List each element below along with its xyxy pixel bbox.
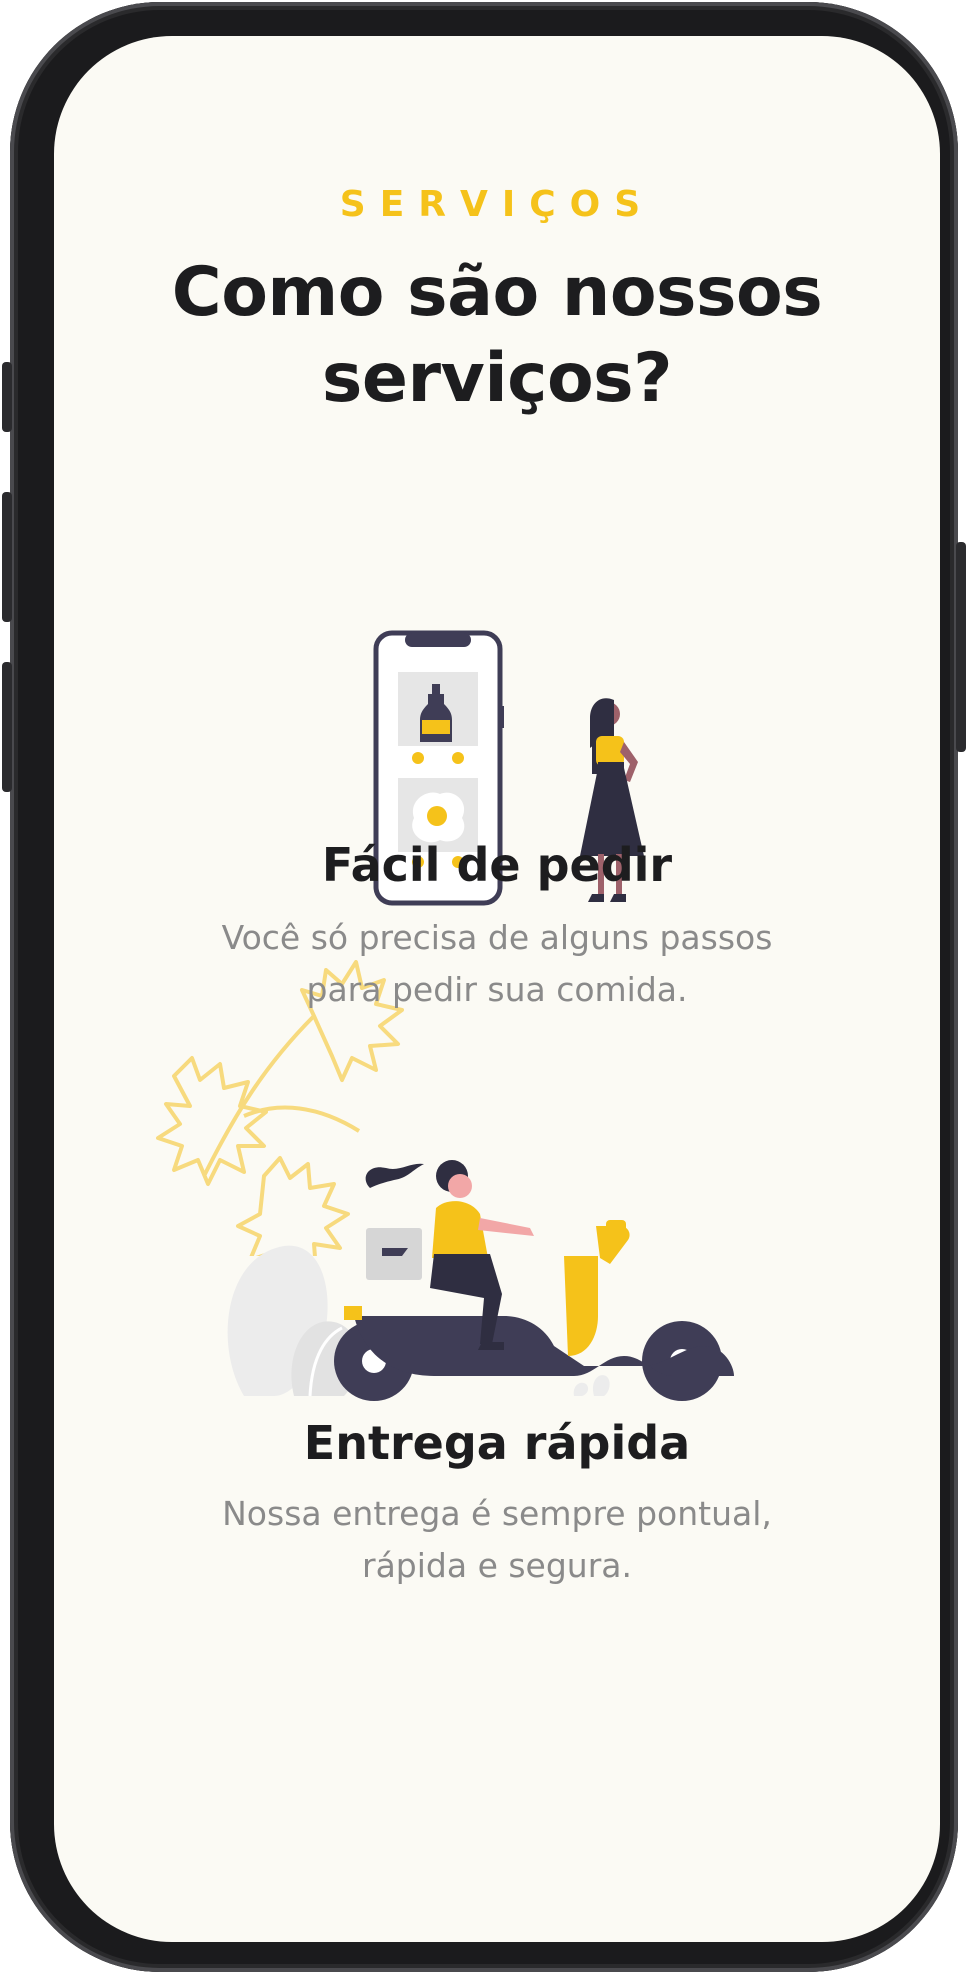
mute-switch xyxy=(2,362,12,432)
phone-frame: SERVIÇOS Como são nossos serviços? Fácil… xyxy=(2,2,966,1972)
service-description: Nossa entrega é sempre pontual, rápida e… xyxy=(222,1494,772,1585)
phone-screen: SERVIÇOS Como são nossos serviços? Fácil… xyxy=(54,36,940,1942)
service-title: Fácil de pedir xyxy=(321,838,673,892)
service-description: Você só precisa de alguns passos para pe… xyxy=(221,918,773,1009)
services-section: SERVIÇOS Como são nossos serviços? Fácil… xyxy=(54,36,940,1942)
volume-up-button xyxy=(2,492,12,622)
service-title: Entrega rápida xyxy=(303,1416,691,1470)
volume-down-button xyxy=(2,662,12,792)
section-eyebrow: SERVIÇOS xyxy=(339,184,655,225)
scooter-delivery-illustration xyxy=(227,1160,734,1401)
section-title: Como são nossos serviços? xyxy=(171,253,823,418)
power-button xyxy=(956,542,966,752)
delivery-box-icon xyxy=(366,1228,422,1280)
